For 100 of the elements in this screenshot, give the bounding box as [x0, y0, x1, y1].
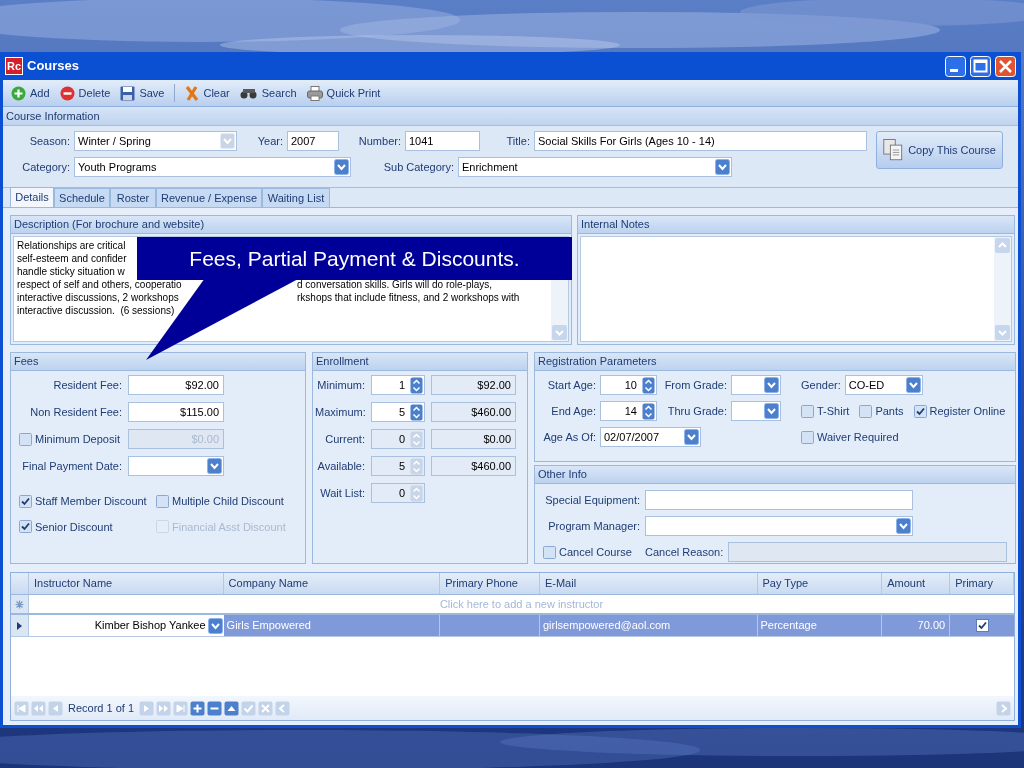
checkbox[interactable]: [19, 494, 32, 508]
field-label: End Age:: [550, 403, 596, 419]
field-label: Gender:: [801, 377, 841, 393]
toolbar-button[interactable]: Delete: [59, 84, 111, 102]
spin-buttons-icon[interactable]: [410, 403, 423, 421]
text-line: interactive discussion. (6 sessions): [17, 304, 175, 317]
text-line: respect of self and others, cooperatio: [17, 278, 182, 291]
column-header[interactable]: Primary: [950, 573, 1014, 594]
checkbox-label: T-Shirt: [817, 403, 850, 419]
checkbox-label: Senior Discount: [35, 519, 113, 535]
add-record-button[interactable]: [190, 700, 206, 716]
table-cell: Girls Empowered: [223, 615, 441, 636]
dropdown-field[interactable]: CO-ED: [844, 375, 923, 395]
text-line: rkshops that include fitness, and 2 workshops with: [297, 291, 520, 304]
table-row[interactable]: Kimber Bishop Yankee Girls Empowered girlsempowered@aol.com Percentage 70.00: [11, 615, 1014, 637]
tab[interactable]: Waiting List: [262, 188, 330, 207]
text-line: interactive discussions, 2 workshops: [17, 291, 179, 304]
checkbox[interactable]: [801, 404, 814, 418]
checkbox-label: Multiple Child Discount: [172, 494, 284, 509]
checkbox-label: Waiver Required: [817, 429, 899, 445]
checkbox-label: Financial Asst Discount: [172, 519, 286, 535]
toolbar-button[interactable]: Clear: [185, 84, 230, 102]
checkbox[interactable]: [19, 432, 32, 446]
spin-buttons-icon[interactable]: [642, 376, 655, 394]
checkbox-label: Staff Member Discount: [35, 494, 147, 509]
minimize-button[interactable]: [945, 55, 966, 77]
table-cell: 70.00: [882, 615, 951, 636]
checkbox[interactable]: [156, 494, 169, 508]
checkbox[interactable]: [975, 619, 989, 632]
row-pointer-icon: [17, 621, 22, 630]
spin-field[interactable]: 1: [371, 375, 425, 395]
checkbox[interactable]: [801, 430, 814, 444]
field-label: Maximum:: [315, 404, 365, 420]
column-header[interactable]: Instructor Name: [28, 573, 224, 594]
checkbox-label: Cancel Course: [559, 544, 632, 560]
minus-icon: [59, 85, 75, 101]
field-label: Available:: [316, 458, 365, 474]
spin-buttons-icon[interactable]: [410, 376, 423, 394]
input-field[interactable]: [728, 542, 1007, 562]
field-label: Cancel Reason:: [645, 544, 723, 560]
column-header[interactable]: Company Name: [223, 573, 441, 594]
table-cell[interactable]: Kimber Bishop Yankee: [28, 615, 224, 636]
amount-field[interactable]: $92.00: [431, 375, 516, 395]
date-field[interactable]: 02/07/2007: [600, 427, 701, 447]
checkbox[interactable]: [913, 404, 927, 418]
text-line: Relationships are critical: [17, 239, 126, 252]
column-header[interactable]: Primary Phone: [440, 573, 540, 594]
tab[interactable]: Details: [10, 187, 54, 207]
callout-text: Fees, Partial Payment & Discounts.: [137, 237, 572, 280]
dropdown-field[interactable]: [731, 401, 781, 421]
input-field[interactable]: [128, 456, 224, 476]
x-icon: [185, 85, 200, 101]
input-field[interactable]: $92.00: [128, 375, 224, 395]
field-label: Current:: [324, 431, 365, 447]
column-header[interactable]: Amount: [882, 573, 951, 594]
column-header[interactable]: E-Mail: [539, 573, 758, 594]
maximize-button[interactable]: [970, 55, 991, 77]
input-field[interactable]: Enrichment: [458, 157, 732, 177]
input-field[interactable]: [645, 490, 913, 510]
dropdown-field[interactable]: [731, 375, 781, 395]
field-label: Start Age:: [546, 377, 596, 393]
field-label: Sub Category:: [382, 159, 454, 175]
toolbar-button[interactable]: Save: [120, 84, 165, 102]
section-header: Registration Parameters: [535, 353, 1015, 371]
copy-course-button[interactable]: Copy This Course: [876, 131, 1003, 169]
checkbox[interactable]: [19, 520, 32, 534]
checkbox-label: Minimum Deposit: [35, 431, 120, 447]
amount-field[interactable]: $460.00: [431, 402, 516, 422]
tab[interactable]: Roster: [110, 188, 156, 207]
close-button[interactable]: [995, 55, 1016, 77]
checkbox[interactable]: [859, 404, 873, 418]
input-field[interactable]: Youth Programs: [74, 157, 351, 177]
toolbar-button[interactable]: Quick Print: [306, 84, 381, 102]
tab[interactable]: Schedule: [54, 188, 110, 207]
spin-field[interactable]: 5: [371, 402, 425, 422]
dropdown-field[interactable]: [645, 516, 913, 536]
asterisk-icon: [15, 599, 24, 609]
input-field[interactable]: $115.00: [128, 402, 224, 422]
plus-icon: [11, 85, 26, 101]
input-field[interactable]: Social Skills For Girls (Ages 10 - 14): [534, 131, 867, 151]
field-label: Program Manager:: [547, 518, 640, 534]
section-header: Course Information: [3, 107, 1018, 126]
binoculars-icon: [239, 86, 258, 100]
column-header[interactable]: Pay Type: [757, 573, 883, 594]
field-label: Year:: [256, 133, 283, 149]
edit-record-button[interactable]: [224, 700, 240, 716]
field-label: Wait List:: [319, 485, 365, 501]
spin-buttons-icon[interactable]: [642, 402, 655, 420]
toolbar-button[interactable]: Add: [11, 84, 50, 102]
tab[interactable]: Revenue / Expense: [156, 188, 262, 207]
spin-field[interactable]: 14: [600, 401, 657, 421]
text-line: self-esteem and confider: [17, 252, 127, 265]
spin-field[interactable]: 10: [600, 375, 657, 395]
input-field[interactable]: 1041: [405, 131, 480, 151]
field-label: Thru Grade:: [666, 403, 727, 419]
delete-record-button[interactable]: [207, 700, 223, 716]
checkbox[interactable]: [543, 545, 556, 559]
input-field[interactable]: 2007: [287, 131, 339, 151]
text-line: handle sticky situation w: [17, 265, 125, 278]
toolbar-button[interactable]: Search: [239, 84, 297, 102]
